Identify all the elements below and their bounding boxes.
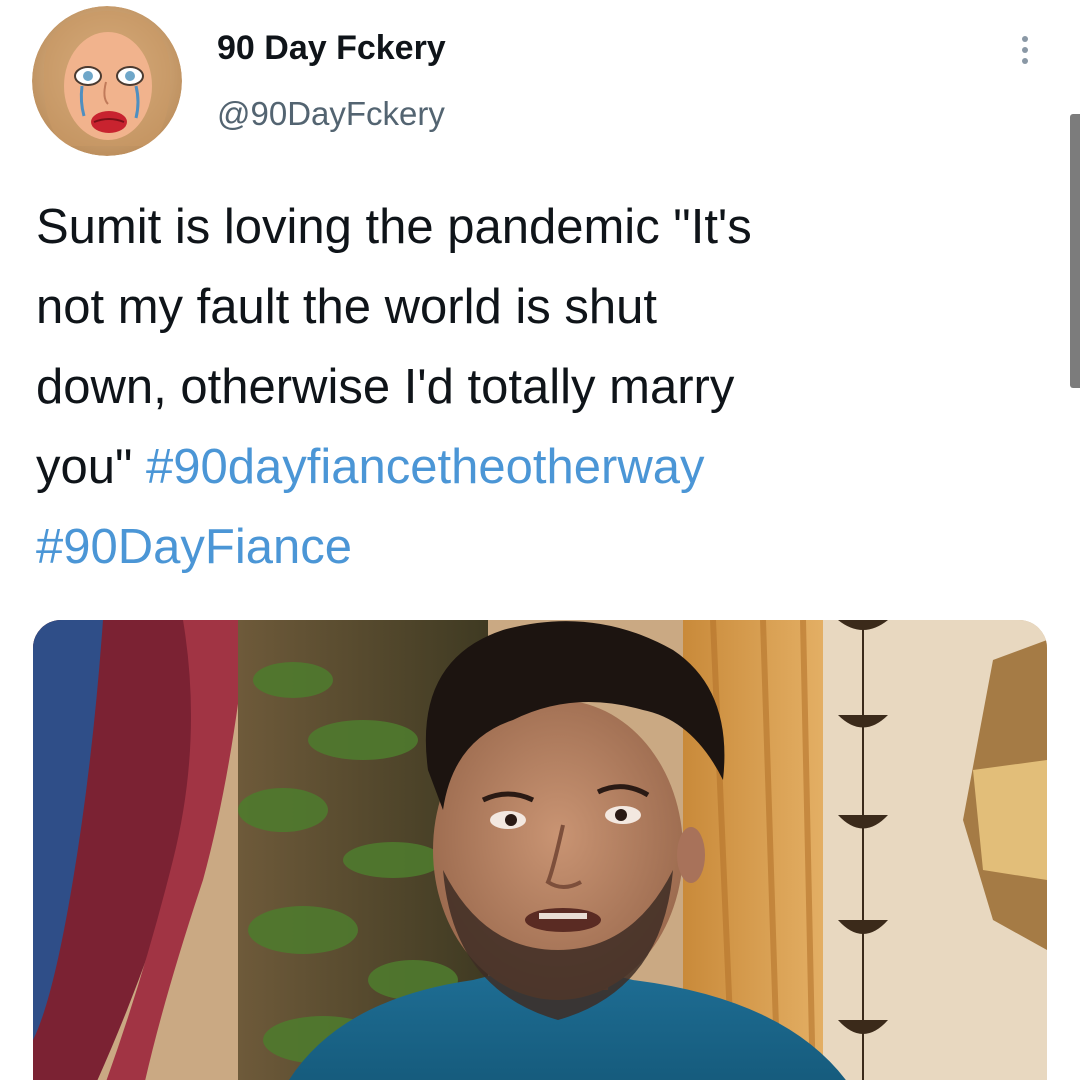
more-icon-dot bbox=[1022, 47, 1028, 53]
more-icon-dot bbox=[1022, 58, 1028, 64]
hashtag-link[interactable]: #90DayFiance bbox=[36, 520, 352, 574]
user-handle[interactable]: @90DayFckery bbox=[217, 92, 445, 136]
tweet-text-line: down, otherwise I'd totally marry bbox=[36, 360, 735, 414]
tweet-media-image[interactable] bbox=[33, 620, 1047, 1080]
avatar-image bbox=[32, 6, 182, 156]
scrollbar-thumb[interactable] bbox=[1070, 114, 1080, 388]
tweet-text-line: not my fault the world is shut bbox=[36, 280, 657, 334]
tweet-text: Sumit is loving the pandemic "It's not m… bbox=[36, 187, 1036, 587]
more-options-button[interactable] bbox=[1005, 26, 1045, 74]
more-icon bbox=[1022, 36, 1028, 42]
tweet-card: 90 Day Fckery @90DayFckery Sumit is lovi… bbox=[0, 0, 1080, 1080]
tweet-text-line: Sumit is loving the pandemic "It's bbox=[36, 200, 752, 254]
hashtag-link[interactable]: #90dayfiancetheotherway bbox=[146, 440, 704, 494]
display-name[interactable]: 90 Day Fckery bbox=[217, 26, 446, 70]
avatar[interactable] bbox=[32, 6, 182, 156]
media-photo bbox=[33, 620, 1047, 1080]
tweet-text-line: you" bbox=[36, 440, 147, 494]
